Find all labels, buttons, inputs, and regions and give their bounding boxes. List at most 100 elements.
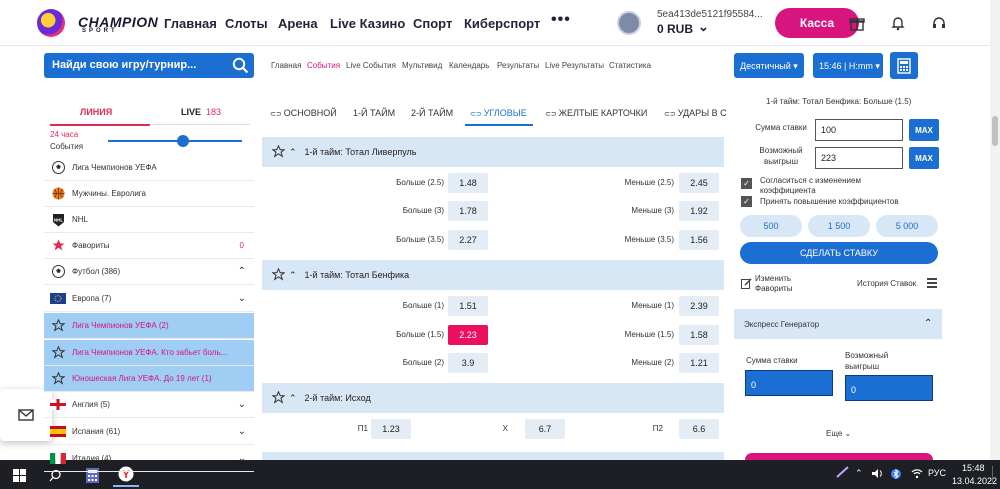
crumb-live-events[interactable]: Live События [346,61,396,70]
odd-button[interactable]: 1.48 [448,173,488,193]
logo-icon[interactable] [37,9,65,37]
chevron-up-icon[interactable]: ⌃ [289,147,297,158]
time-slider-handle[interactable] [177,135,189,147]
chevron-down-icon[interactable]: ⌄ [238,426,246,437]
crumb-calendar[interactable]: Календарь [449,61,489,70]
sidebar-item[interactable]: Англия (5) ⌄ [44,392,254,418]
crumb-statistics[interactable]: Статистика [609,61,651,70]
gift-icon[interactable] [848,14,866,32]
market-header[interactable]: ⌃ 1-й тайм: Тотал Бенфика [262,260,724,290]
tab-market-1[interactable]: 1-Й ТАЙМ [353,108,395,118]
crumb-events[interactable]: События [307,61,340,70]
headset-icon[interactable] [930,14,948,32]
odd-button[interactable]: 6.7 [525,419,565,439]
pen-icon[interactable] [836,466,850,480]
chevron-down-icon[interactable]: ⌄ [238,293,246,304]
edit-icon[interactable] [741,278,752,291]
market-header[interactable]: ⌃ 1-й тайм: Тотал Ливерпуль [262,137,724,167]
market-header[interactable] [262,452,724,460]
place-bet-button[interactable]: СДЕЛАТЬ СТАВКУ [740,242,938,264]
nav-esport[interactable]: Киберспорт [464,16,540,31]
sidebar-item[interactable]: Мужчины. Евролига [44,181,254,207]
exp-win-input[interactable]: 0 [845,375,933,401]
clock-time[interactable]: 15:48 [962,463,985,473]
windows-start-icon[interactable] [6,463,32,487]
tab-live[interactable]: LIVE [181,107,201,117]
menu-icon[interactable] [927,277,937,290]
crumb-live-results[interactable]: Live Результаты [545,61,604,70]
tab-market-4[interactable]: ⊂⊃ ЖЕЛТЫЕ КАРТОЧКИ [545,108,647,118]
odd-button[interactable]: 2.45 [679,173,719,193]
kassa-button[interactable]: Касса [775,8,859,38]
odd-button[interactable]: 2.39 [679,296,719,316]
sidebar-item[interactable]: Лига Чемпионов УЕФА [44,155,254,181]
quick-stake-1500[interactable]: 1 500 [808,215,870,237]
chevron-down-icon[interactable]: ⌄ [698,19,709,35]
tab-market-0[interactable]: ⊂⊃ ОСНОВНОЙ [270,108,337,118]
star-outline-icon[interactable] [271,390,286,406]
odd-button[interactable]: 1.56 [679,230,719,250]
nav-live-casino[interactable]: Live Казино [330,16,405,31]
quick-stake-5000[interactable]: 5 000 [876,215,938,237]
crumb-results[interactable]: Результаты [497,61,539,70]
quick-stake-500[interactable]: 500 [740,215,802,237]
star-outline-icon[interactable] [271,267,286,283]
odd-button[interactable]: 1.21 [679,353,719,373]
more-link[interactable]: Еще ⌄ [826,429,851,438]
win-max-button[interactable]: MAX [909,147,939,169]
sidebar-item[interactable]: Лига Чемпионов УЕФА (2) [44,313,254,339]
chevron-up-icon[interactable]: ⌃ [238,266,246,277]
scrollbar-thumb[interactable] [992,116,998,146]
odd-button[interactable]: 1.51 [448,296,488,316]
chevron-up-icon[interactable]: ⌃ [289,270,297,281]
tab-market-3[interactable]: ⊂⊃ УГЛОВЫЕ [470,108,527,118]
chevron-down-icon[interactable]: ⌄ [238,399,246,410]
nav-arena[interactable]: Арена [278,16,318,31]
more-menu-button[interactable]: ••• [551,11,571,29]
show-desktop-button[interactable] [992,466,996,482]
time-format-select[interactable]: 15:46 | H:mm ▾ [813,53,883,78]
star-outline-icon[interactable] [271,144,286,160]
win-input[interactable]: 223 [815,147,903,169]
odd-button[interactable]: 2.23 [448,325,488,345]
odd-button[interactable]: 1.58 [679,325,719,345]
crumb-multiview[interactable]: Мультивид [402,61,442,70]
page-scrollbar[interactable] [990,0,1000,460]
search-input[interactable]: Найди свою игру/турнир... [44,53,254,78]
odd-button[interactable]: 3.9 [448,353,488,373]
nav-slots[interactable]: Слоты [225,16,268,31]
bluetooth-icon[interactable] [891,468,901,482]
market-header[interactable]: ⌃ 2-й тайм: Исход [262,383,724,413]
search-icon[interactable] [232,57,249,76]
odd-button[interactable]: 2.27 [448,230,488,250]
bet-history-link[interactable]: История Ставок [857,279,916,288]
odds-format-select[interactable]: Десятичный ▾ [734,53,804,78]
clock-date[interactable]: 13.04.2022 [952,476,997,486]
balance[interactable]: 0 RUB [657,22,693,36]
accept-raise-checkbox[interactable]: ✓ [741,196,752,207]
sidebar-item[interactable]: Испания (61) ⌄ [44,419,254,445]
express-generator-header[interactable]: Экспресс Генератор [734,309,942,339]
tab-market-2[interactable]: 2-Й ТАЙМ [411,108,453,118]
odd-button[interactable]: 6.6 [679,419,719,439]
sidebar-item[interactable]: Европа (7) ⌄ [44,286,254,312]
odd-button[interactable]: 1.23 [371,419,411,439]
sidebar-item[interactable]: Юношеская Лига УЕФА. До 19 лет (1) [44,366,254,392]
exp-stake-input[interactable]: 0 [745,370,833,396]
chevron-up-icon[interactable]: ⌃ [855,468,863,479]
chevron-down-icon[interactable]: ⌄ [238,453,246,464]
chevron-up-icon[interactable]: ⌃ [924,318,932,329]
language-indicator[interactable]: РУС [928,468,946,478]
calculator-button[interactable] [890,52,918,79]
accept-change-checkbox[interactable]: ✓ [741,178,752,189]
sidebar-item[interactable]: Футбол (386) ⌃ [44,259,254,285]
odd-button[interactable]: 1.78 [448,201,488,221]
sidebar-item[interactable]: Лига Чемпионов УЕФА. Кто забьет боль... [44,340,254,366]
crumb-main[interactable]: Главная [271,61,301,70]
chevron-up-icon[interactable]: ⌃ [289,393,297,404]
nav-main[interactable]: Главная [164,16,217,31]
bell-icon[interactable] [889,14,907,32]
stake-max-button[interactable]: MAX [909,119,939,141]
sidebar-item[interactable]: Италия (4) ⌄ [44,446,254,472]
volume-icon[interactable] [871,468,883,481]
